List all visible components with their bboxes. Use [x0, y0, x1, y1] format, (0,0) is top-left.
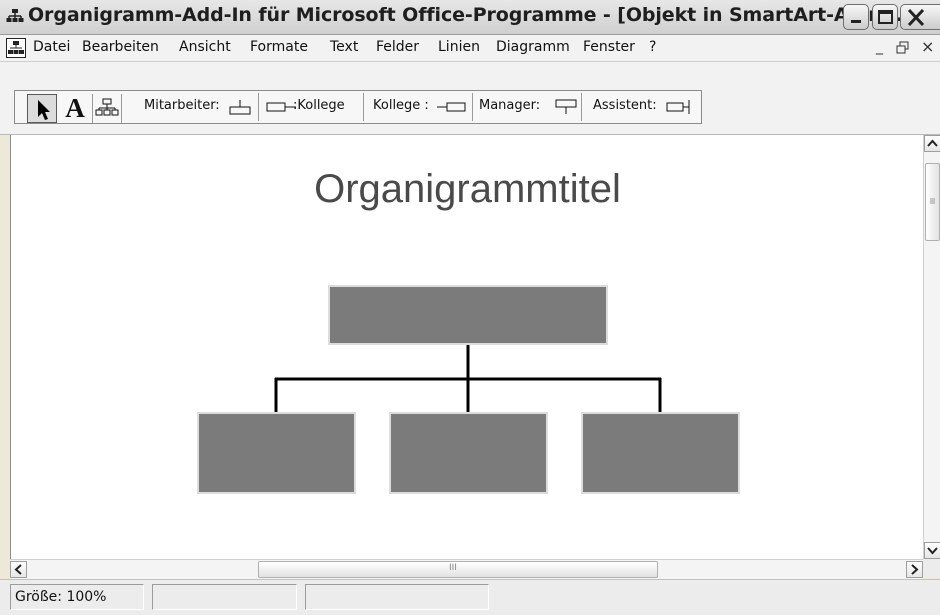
- scrollbar-corner: [923, 559, 940, 578]
- vertical-scrollbar[interactable]: [923, 135, 940, 559]
- window-minimize-icon: [851, 20, 861, 23]
- vertical-scroll-thumb[interactable]: [925, 163, 940, 241]
- text-tool-button[interactable]: A: [61, 94, 89, 123]
- scroll-down-button[interactable]: [924, 542, 940, 559]
- scroll-up-icon: [927, 139, 938, 147]
- add-colleague-left-button[interactable]: Kollege :: [365, 93, 473, 121]
- menu-text[interactable]: Text: [330, 39, 358, 55]
- scroll-left-button[interactable]: [10, 561, 27, 578]
- minimize-button[interactable]: [843, 4, 869, 30]
- app-window: Organigramm-Add-In für Microsoft Office-…: [0, 0, 940, 615]
- manager-shape-icon: [555, 99, 577, 114]
- mdi-close-button[interactable]: ×: [921, 37, 934, 56]
- scroll-left-icon: [14, 564, 22, 575]
- add-assistant-button[interactable]: Assistent:: [583, 93, 701, 121]
- menu-felder[interactable]: Felder: [376, 39, 419, 55]
- add-colleague-right-button[interactable]: :Kollege: [260, 93, 364, 121]
- org-box-subordinate-1[interactable]: [197, 412, 356, 494]
- hierarchy-icon: [95, 98, 119, 116]
- mdi-restore-icon[interactable]: [896, 41, 910, 55]
- subordinate-label: Mitarbeiter:: [144, 98, 220, 113]
- window-close-icon: [907, 8, 925, 27]
- mdi-minimize-button[interactable]: _: [876, 39, 883, 55]
- org-chart-icon[interactable]: [6, 38, 26, 58]
- status-panel-2: [152, 584, 297, 610]
- zoom-status: Größe: 100%: [15, 589, 107, 605]
- org-box-subordinate-3[interactable]: [581, 412, 740, 494]
- scroll-up-button[interactable]: [924, 135, 940, 152]
- org-box-subordinate-2[interactable]: [389, 412, 548, 494]
- scroll-right-button[interactable]: [906, 561, 923, 578]
- add-subordinate-button[interactable]: Mitarbeiter:: [138, 93, 259, 121]
- status-panel-3: [305, 584, 489, 610]
- assistant-label: Assistent:: [593, 98, 657, 113]
- status-bar: Größe: 100%: [0, 579, 940, 615]
- arrow-pointer-icon: [38, 100, 50, 120]
- maximize-button[interactable]: [872, 4, 898, 30]
- scroll-right-icon: [911, 564, 919, 575]
- org-layout-tool-button[interactable]: [92, 94, 122, 123]
- status-panel-size: Größe: 100%: [10, 584, 144, 610]
- menu-fenster[interactable]: Fenster: [583, 39, 635, 55]
- toolbar: A Mitarbeiter::Kollege Kollege: Manage…: [0, 62, 940, 135]
- window-maximize-icon: [878, 10, 893, 24]
- scroll-down-icon: [927, 547, 938, 555]
- scroll-grip: III: [449, 563, 457, 573]
- org-box-manager[interactable]: [328, 285, 608, 345]
- subordinate-shape-icon: [229, 100, 251, 115]
- select-tool-button[interactable]: [27, 94, 57, 123]
- title-bar[interactable]: Organigramm-Add-In für Microsoft Office-…: [0, 0, 940, 35]
- org-chart-icon: [6, 9, 24, 22]
- menu-bearbeiten[interactable]: Bearbeiten: [82, 39, 159, 55]
- menu-formate[interactable]: Formate: [250, 39, 308, 55]
- horizontal-scrollbar[interactable]: III: [10, 559, 923, 579]
- horizontal-scroll-thumb[interactable]: III: [258, 561, 658, 578]
- menu-diagramm[interactable]: Diagramm: [496, 39, 570, 55]
- menu-ansicht[interactable]: Ansicht: [179, 39, 231, 55]
- window-title: Organigramm-Add-In für Microsoft Office-…: [28, 4, 910, 26]
- menu-linien[interactable]: Linien: [438, 39, 480, 55]
- colleague-right-label: :Kollege: [293, 98, 345, 113]
- manager-label: Manager:: [479, 98, 541, 113]
- add-manager-button[interactable]: Manager:: [474, 93, 582, 121]
- menu-datei[interactable]: Datei: [33, 39, 70, 55]
- grip-icon: [930, 198, 935, 204]
- org-connector-lines: [274, 345, 662, 413]
- menu-bar: Datei Bearbeiten Ansicht Formate Text Fe…: [0, 35, 940, 62]
- close-button[interactable]: [900, 4, 940, 30]
- assistant-shape-icon: [666, 100, 690, 114]
- colleague-left-shape-icon: [437, 102, 466, 112]
- menu-help[interactable]: ?: [649, 39, 656, 55]
- colleague-left-label: Kollege :: [373, 98, 429, 113]
- diagram-canvas[interactable]: Organigrammtitel: [10, 135, 924, 559]
